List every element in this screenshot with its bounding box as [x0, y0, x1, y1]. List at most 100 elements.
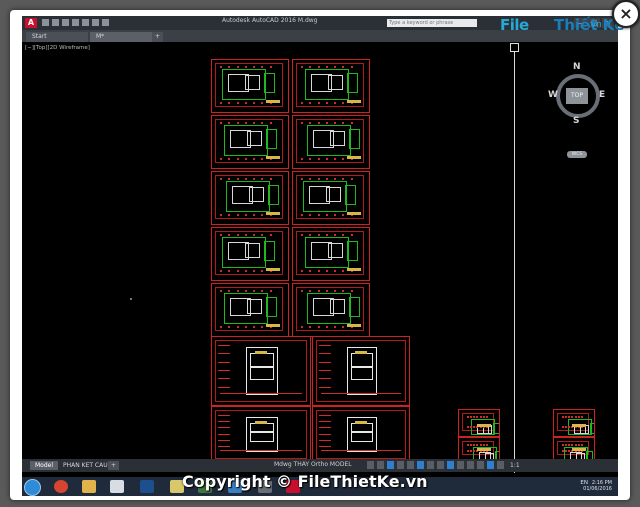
isolate-icon[interactable] — [467, 461, 474, 469]
lineweight-icon[interactable] — [427, 461, 434, 469]
title-block — [266, 268, 280, 271]
level-line — [218, 427, 230, 429]
drawing-sheet — [211, 59, 289, 113]
dimension-tick — [325, 290, 328, 292]
dimension-tick — [482, 444, 485, 446]
dimension-tick — [269, 178, 272, 180]
viewcube-top-face[interactable]: TOP — [566, 88, 588, 104]
viewport-split-line — [514, 43, 515, 473]
copyright-watermark: Copyright © FileThietKe.vn — [182, 472, 428, 491]
add-layout-button[interactable]: + — [108, 461, 120, 470]
dimension-tick — [236, 290, 239, 292]
undo-icon[interactable] — [92, 19, 99, 26]
facade-floor — [250, 431, 274, 442]
file-explorer-icon[interactable] — [82, 480, 96, 493]
close-lightbox-button[interactable]: × — [612, 0, 640, 28]
layout-tab-phan-ket-cau[interactable]: PHAN KET CAU — [58, 461, 113, 470]
hardware-accel-icon[interactable] — [477, 461, 484, 469]
window-title: Autodesk AutoCAD 2016 M.dwg — [222, 17, 318, 24]
dimension-tick — [562, 416, 564, 418]
dimension-tick — [253, 234, 256, 236]
tab-drawing[interactable]: M* — [90, 32, 152, 42]
clean-screen-icon[interactable] — [487, 461, 494, 469]
level-line — [218, 433, 230, 435]
drawing-sheet — [211, 115, 289, 169]
ortho-icon[interactable] — [387, 461, 394, 469]
compass-west[interactable]: W — [548, 90, 558, 100]
dimension-tick — [325, 234, 328, 236]
dimension-tick — [342, 66, 345, 68]
annotation-icon[interactable] — [447, 461, 454, 469]
polar-icon[interactable] — [397, 461, 404, 469]
snap-icon[interactable] — [377, 461, 384, 469]
dimension-tick — [577, 416, 580, 418]
open-icon[interactable] — [52, 19, 59, 26]
new-tab-button[interactable]: + — [152, 32, 164, 42]
tab-start[interactable]: Start — [26, 32, 88, 42]
elevation-sheet — [312, 406, 410, 463]
annex-outline — [267, 185, 279, 206]
dimension-tick — [467, 450, 469, 452]
annotation-scale[interactable]: 1:1 — [510, 462, 520, 469]
redo-icon[interactable] — [102, 19, 109, 26]
compass-north[interactable]: N — [573, 62, 581, 72]
compass-east[interactable]: E — [599, 90, 605, 100]
dimension-tick — [309, 270, 312, 272]
dimension-tick — [236, 158, 239, 160]
wcs-menu[interactable]: WCS — [567, 151, 587, 158]
layout-tab-model[interactable]: Model — [30, 461, 59, 470]
roof-line — [355, 351, 367, 354]
dimension-tick — [568, 426, 571, 428]
room-outline — [329, 131, 346, 146]
facade-floor — [250, 365, 274, 381]
dimension-tick — [562, 444, 564, 446]
dimension-tick — [236, 178, 239, 180]
drawing-sheet — [553, 437, 595, 461]
dimension-tick — [317, 234, 320, 236]
drawing-sheet — [553, 409, 595, 437]
save-icon[interactable] — [62, 19, 69, 26]
dimension-tick — [253, 102, 256, 104]
plot-icon[interactable] — [82, 19, 89, 26]
dimension-tick — [253, 66, 256, 68]
dimension-tick — [244, 214, 247, 216]
viewcube[interactable]: TOP N S E W — [548, 62, 606, 126]
autocad-logo-icon[interactable]: A — [25, 18, 37, 28]
annex-outline — [493, 423, 499, 435]
grid-icon[interactable] — [367, 461, 374, 469]
viewport-controls[interactable]: [−][Top][2D Wireframe] — [25, 45, 90, 51]
app-icon[interactable] — [110, 480, 124, 493]
dimension-tick — [350, 234, 353, 236]
new-icon[interactable] — [42, 19, 49, 26]
otrack-icon[interactable] — [417, 461, 424, 469]
osnap-icon[interactable] — [407, 461, 414, 469]
level-line — [319, 345, 331, 346]
dimension-tick — [571, 444, 574, 446]
customize-icon[interactable] — [497, 461, 504, 469]
dimension-tick — [334, 326, 337, 328]
command-line[interactable]: Mdwg THAY Ortho MODEL — [274, 461, 352, 468]
saveas-icon[interactable] — [72, 19, 79, 26]
workspace-icon[interactable] — [457, 461, 464, 469]
compass-south[interactable]: S — [573, 116, 579, 126]
dimension-tick — [228, 102, 231, 104]
dimension-tick — [220, 158, 222, 160]
transparency-icon[interactable] — [437, 461, 444, 469]
level-line — [218, 378, 230, 380]
dimension-tick — [220, 270, 222, 272]
dimension-tick — [568, 444, 571, 446]
level-line — [319, 386, 331, 388]
level-line — [218, 361, 230, 363]
clock[interactable]: 2:16 PM 01/06/2016 — [583, 480, 612, 492]
dimension-tick — [334, 178, 337, 180]
dimension-tick — [236, 122, 239, 124]
dimension-tick — [473, 450, 476, 452]
annex-outline — [346, 241, 358, 262]
photoshop-icon[interactable] — [140, 480, 154, 493]
start-button-icon[interactable] — [24, 479, 41, 496]
dimension-tick — [309, 122, 312, 124]
room-outline — [246, 131, 263, 146]
search-input[interactable]: Type a keyword or phrase — [387, 19, 477, 27]
chrome-icon[interactable] — [54, 480, 68, 493]
grip-marker[interactable] — [510, 43, 519, 52]
